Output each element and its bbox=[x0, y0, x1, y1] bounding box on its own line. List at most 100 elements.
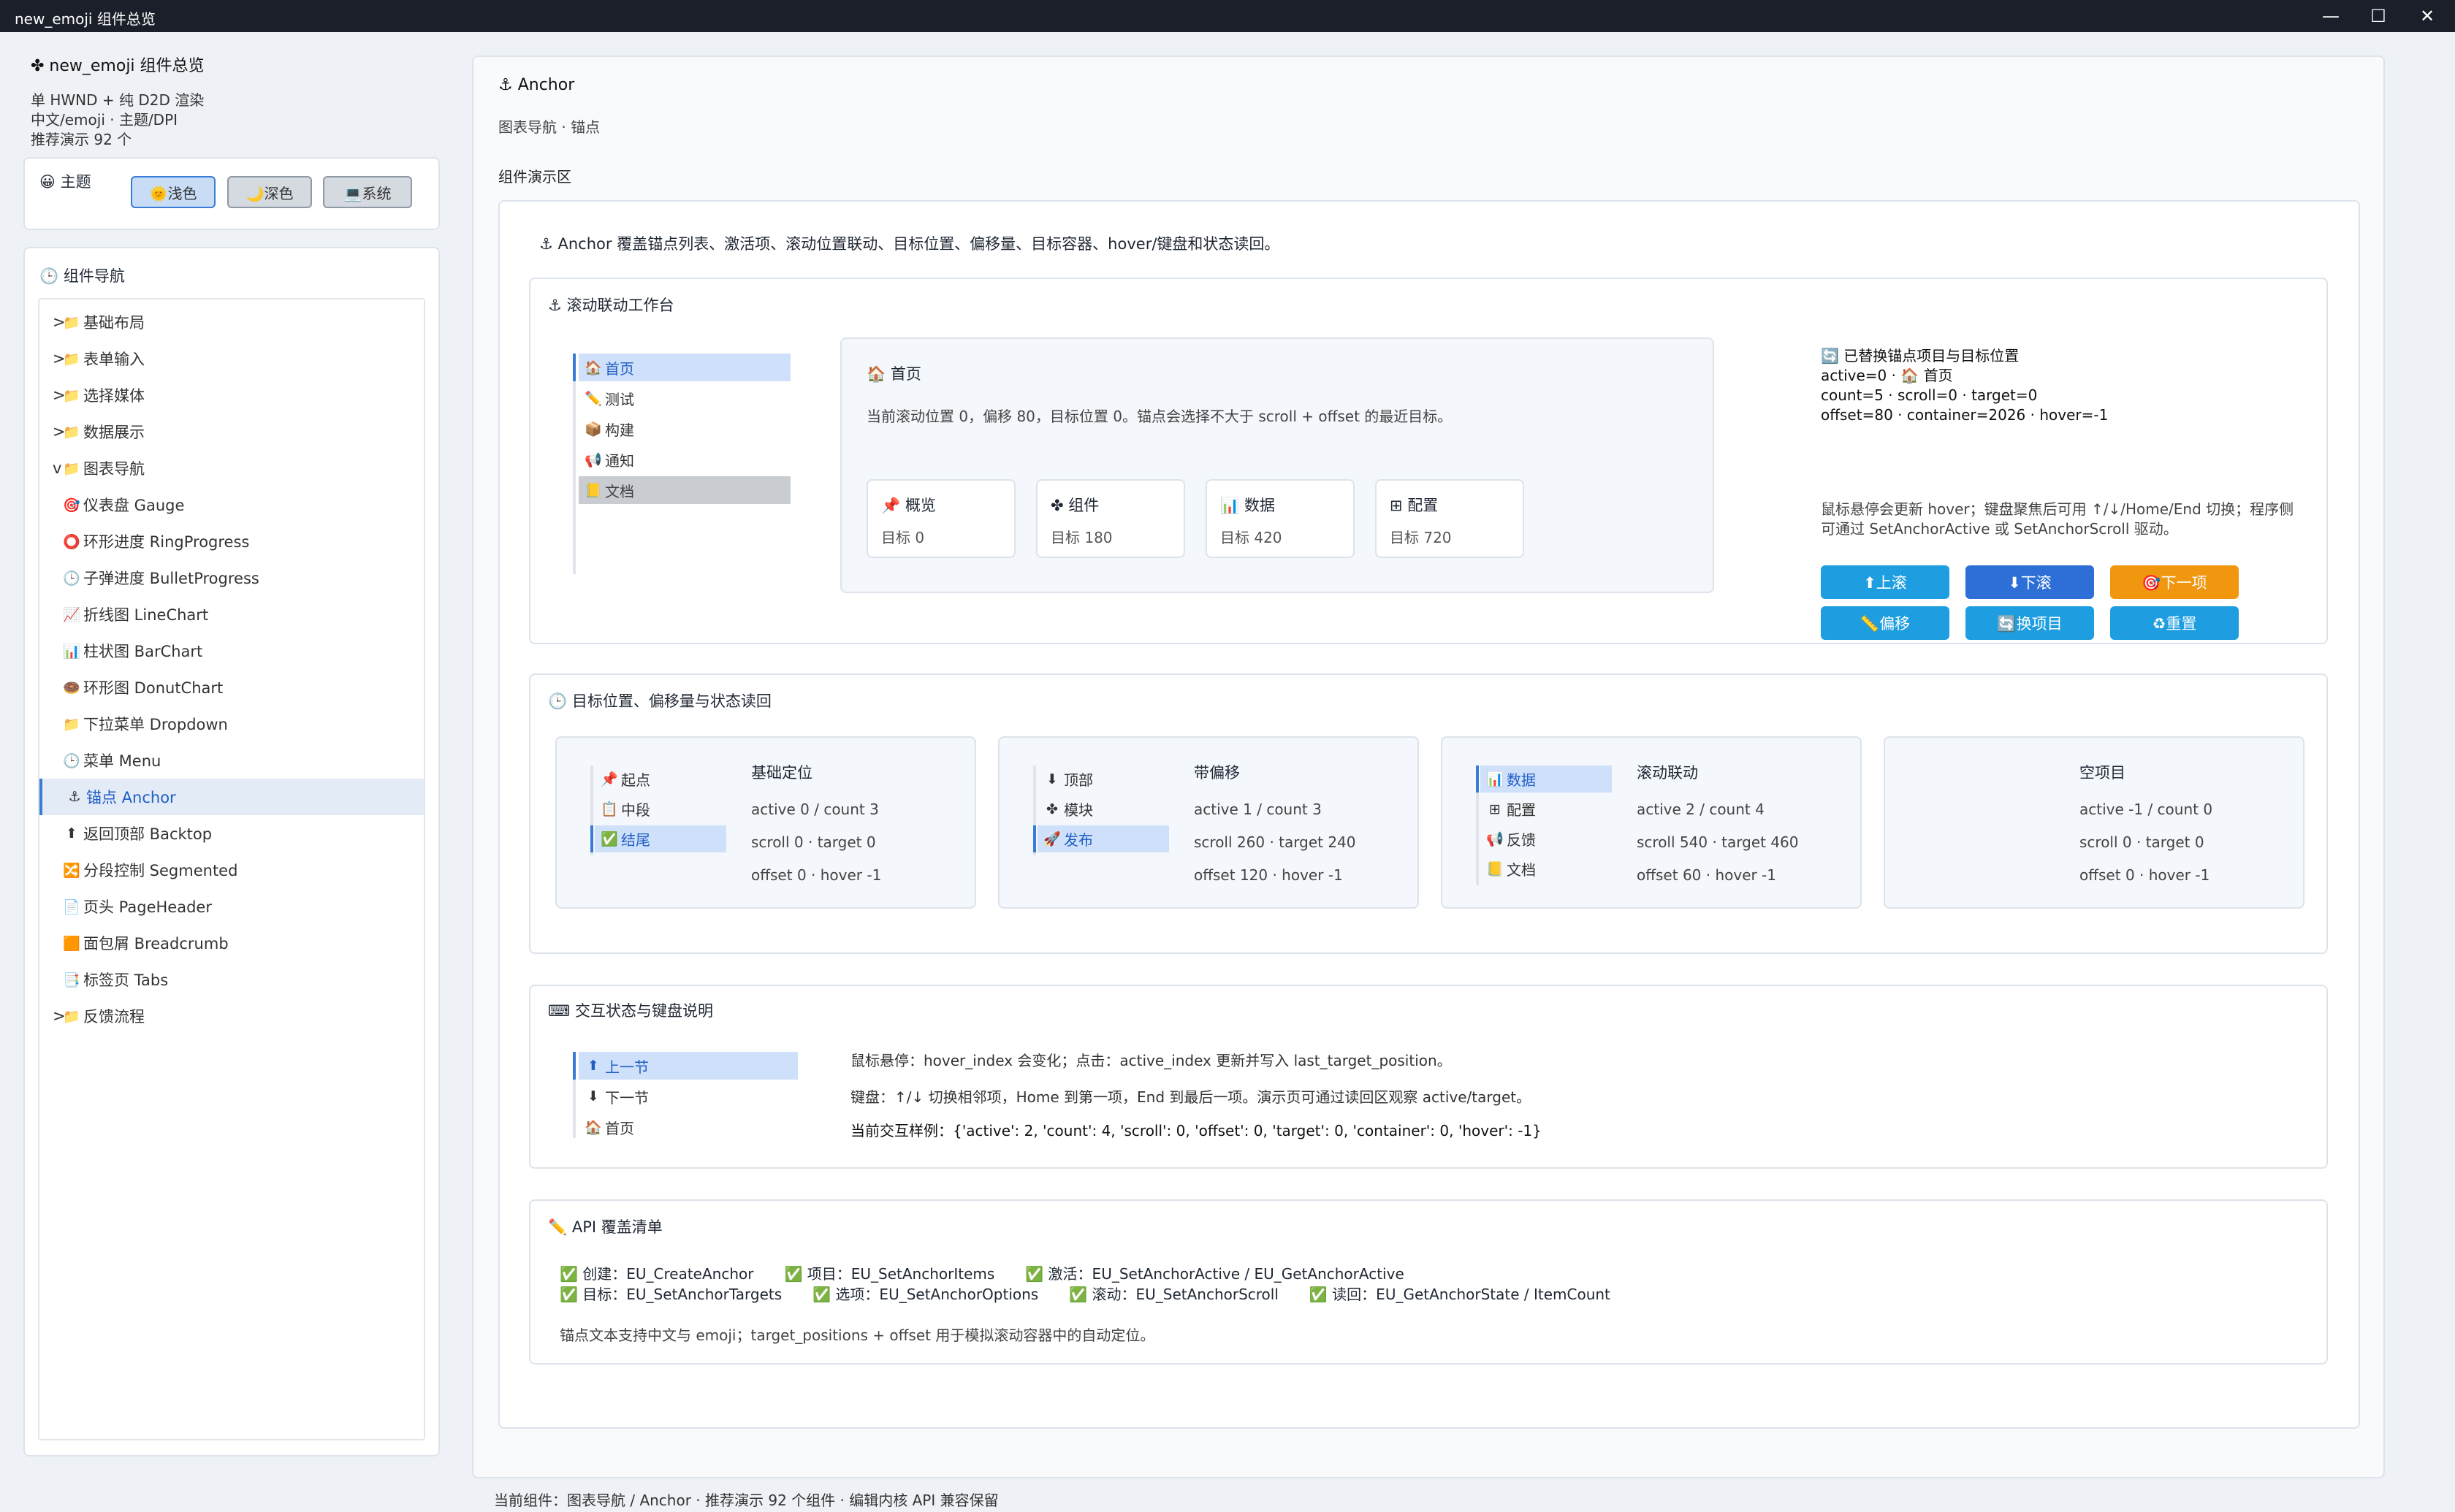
target-chip[interactable]: 📌 概览 目标 0 bbox=[867, 479, 1016, 558]
nav-item-12[interactable]: 🕒 菜单 Menu bbox=[39, 742, 424, 779]
card-anchor-item[interactable]: 📌 起点 bbox=[595, 765, 726, 793]
api-item: ✅ 滚动：EU_SetAnchorScroll bbox=[1069, 1286, 1279, 1303]
nav-item-19[interactable]: > 📁 反馈流程 bbox=[39, 998, 424, 1034]
target-card-line: offset 0 · hover -1 bbox=[751, 866, 882, 884]
interaction-anchor-0[interactable]: ⬆ 上一节 bbox=[579, 1052, 798, 1080]
action-button-5[interactable]: ♻重置 bbox=[2110, 606, 2239, 640]
nav-item-14[interactable]: ⬆ 返回顶部 Backtop bbox=[39, 815, 424, 852]
chip-title: 📌 概览 bbox=[881, 497, 936, 514]
nav-item-5[interactable]: 🎯 仪表盘 Gauge bbox=[39, 486, 424, 523]
card-anchor-item[interactable]: ⊞ 配置 bbox=[1480, 795, 1612, 822]
target-chip[interactable]: ⊞ 配置 目标 720 bbox=[1375, 479, 1524, 558]
nav-item-13[interactable]: ⚓ 锚点 Anchor bbox=[39, 779, 424, 815]
card-anchor-item[interactable]: 📊 数据 bbox=[1480, 765, 1612, 793]
nav-item-icon: 📁 bbox=[63, 314, 80, 331]
card-anchor-item[interactable]: 📢 反馈 bbox=[1480, 825, 1612, 852]
nav-expand-icon[interactable]: > bbox=[53, 350, 66, 367]
nav-item-10[interactable]: 🍩 环形图 DonutChart bbox=[39, 669, 424, 706]
card-anchor-icon: 📢 bbox=[1486, 831, 1504, 847]
interaction-title: ⌨ 交互状态与键盘说明 bbox=[548, 1002, 713, 1020]
card-anchor-icon: 🚀 bbox=[1043, 831, 1061, 847]
nav-item-1[interactable]: > 📁 表单输入 bbox=[39, 340, 424, 377]
nav-item-label: 数据展示 bbox=[83, 424, 145, 441]
action-button-0[interactable]: ⬆上滚 bbox=[1821, 565, 1949, 599]
card-anchor-item[interactable]: 🚀 发布 bbox=[1038, 825, 1169, 852]
nav-item-11[interactable]: 📁 下拉菜单 Dropdown bbox=[39, 706, 424, 742]
app-info: 单 HWND + 纯 D2D 渲染 中文/emoji · 主题/DPI 推荐演示… bbox=[31, 91, 204, 150]
card-rail-indicator bbox=[1033, 825, 1036, 852]
intro-text: ⚓ Anchor 覆盖锚点列表、激活项、滚动位置联动、目标位置、偏移量、目标容器… bbox=[539, 235, 1280, 253]
interaction-anchor-1[interactable]: ⬇ 下一节 bbox=[579, 1083, 798, 1110]
target-card-line: active 1 / count 3 bbox=[1194, 801, 1322, 818]
card-anchor-item[interactable]: 📋 中段 bbox=[595, 795, 726, 822]
nav-item-8[interactable]: 📈 折线图 LineChart bbox=[39, 596, 424, 633]
nav-item-7[interactable]: 🕒 子弹进度 BulletProgress bbox=[39, 560, 424, 596]
nav-item-4[interactable]: v 📁 图表导航 bbox=[39, 450, 424, 486]
nav-item-label: 仪表盘 Gauge bbox=[83, 497, 185, 514]
interaction-anchor-label: 上一节 bbox=[605, 1058, 649, 1076]
card-anchor-icon: ✤ bbox=[1046, 801, 1058, 817]
nav-expand-icon[interactable]: > bbox=[53, 386, 66, 404]
nav-item-label: 图表导航 bbox=[83, 460, 145, 478]
target-card: ⬇ 顶部 ✤ 模块 🚀 发布 带偏移 active 1 / count 3 scroll 260… bbox=[998, 736, 1419, 909]
theme-light-button[interactable]: 🌞浅色 bbox=[131, 176, 216, 208]
action-button-1[interactable]: ⬇下滚 bbox=[1965, 565, 2094, 599]
card-anchor-label: 发布 bbox=[1064, 831, 1093, 849]
anchor-item-4[interactable]: 📒 文档 bbox=[579, 476, 791, 504]
api-row: ✅ 目标：EU_SetAnchorTargets ✅ 选项：EU_SetAncho… bbox=[560, 1283, 1610, 1304]
minimize-button[interactable]: — bbox=[2309, 3, 2353, 29]
nav-item-label: 下拉菜单 Dropdown bbox=[83, 716, 228, 733]
card-anchor-item[interactable]: ⬇ 顶部 bbox=[1038, 765, 1169, 793]
target-card-line: scroll 0 · target 0 bbox=[751, 833, 876, 851]
maximize-button[interactable]: ☐ bbox=[2356, 3, 2400, 29]
action-button-2[interactable]: 🎯下一项 bbox=[2110, 565, 2239, 599]
nav-title: 🕒 组件导航 bbox=[39, 267, 125, 285]
anchor-item-icon: 📦 bbox=[585, 421, 602, 438]
nav-item-6[interactable]: ⭕ 环形进度 RingProgress bbox=[39, 523, 424, 560]
nav-item-9[interactable]: 📊 柱状图 BarChart bbox=[39, 633, 424, 669]
nav-item-3[interactable]: > 📁 数据展示 bbox=[39, 413, 424, 450]
nav-expand-icon[interactable]: > bbox=[53, 313, 66, 331]
nav-expand-icon[interactable]: > bbox=[53, 1007, 66, 1025]
nav-item-2[interactable]: > 📁 选择媒体 bbox=[39, 377, 424, 413]
theme-system-button[interactable]: 💻系统 bbox=[323, 176, 412, 208]
card-rail-indicator bbox=[590, 825, 593, 852]
action-button-3[interactable]: 📏偏移 bbox=[1821, 606, 1949, 640]
nav-item-icon: 📄 bbox=[63, 898, 80, 915]
status-line: active=0 · 🏠 首页 bbox=[1821, 367, 1953, 384]
info-line: 单 HWND + 纯 D2D 渲染 bbox=[31, 91, 205, 109]
api-title: ✏️ API 覆盖清单 bbox=[548, 1218, 663, 1236]
nav-item-icon: 📁 bbox=[63, 387, 80, 404]
theme-dark-button[interactable]: 🌙深色 bbox=[227, 176, 312, 208]
nav-item-17[interactable]: 🟧 面包屑 Breadcrumb bbox=[39, 925, 424, 961]
anchor-item-2[interactable]: 📦 构建 bbox=[579, 415, 791, 443]
card-anchor-label: 文档 bbox=[1507, 861, 1536, 879]
target-chip[interactable]: 📊 数据 目标 420 bbox=[1206, 479, 1355, 558]
nav-item-16[interactable]: 📄 页头 PageHeader bbox=[39, 888, 424, 925]
target-card-line: active 2 / count 4 bbox=[1637, 801, 1765, 818]
action-button-4[interactable]: 🔄换项目 bbox=[1965, 606, 2094, 640]
nav-item-icon: 🔀 bbox=[63, 862, 80, 879]
nav-expand-icon[interactable]: > bbox=[53, 423, 66, 440]
interaction-anchor-2[interactable]: 🏠 首页 bbox=[579, 1113, 798, 1141]
card-anchor-item[interactable]: ✤ 模块 bbox=[1038, 795, 1169, 822]
nav-item-icon: 🍩 bbox=[63, 679, 80, 696]
nav-item-label: 菜单 Menu bbox=[83, 752, 161, 770]
chip-target: 目标 720 bbox=[1390, 529, 1452, 546]
card-anchor-item[interactable]: 📒 文档 bbox=[1480, 855, 1612, 882]
anchor-item-1[interactable]: ✏️ 测试 bbox=[579, 384, 791, 412]
nav-item-15[interactable]: 🔀 分段控制 Segmented bbox=[39, 852, 424, 888]
anchor-item-0[interactable]: 🏠 首页 bbox=[579, 354, 791, 381]
nav-item-0[interactable]: > 📁 基础布局 bbox=[39, 304, 424, 340]
interaction-anchor-label: 下一节 bbox=[605, 1088, 649, 1107]
card-anchor-icon: ⬇ bbox=[1046, 771, 1058, 787]
target-chip[interactable]: ✤ 组件 目标 180 bbox=[1036, 479, 1185, 558]
anchor-item-3[interactable]: 📢 通知 bbox=[579, 446, 791, 473]
nav-expand-icon[interactable]: v bbox=[53, 459, 63, 477]
window-title: new_emoji 组件总览 bbox=[15, 10, 156, 28]
target-card: 空项目 active -1 / count 0 scroll 0 · target … bbox=[1884, 736, 2304, 909]
close-button[interactable]: ✕ bbox=[2405, 3, 2449, 29]
nav-item-18[interactable]: 📑 标签页 Tabs bbox=[39, 961, 424, 998]
card-anchor-item[interactable]: ✅ 结尾 bbox=[595, 825, 726, 852]
nav-item-icon: 📁 bbox=[63, 460, 80, 477]
